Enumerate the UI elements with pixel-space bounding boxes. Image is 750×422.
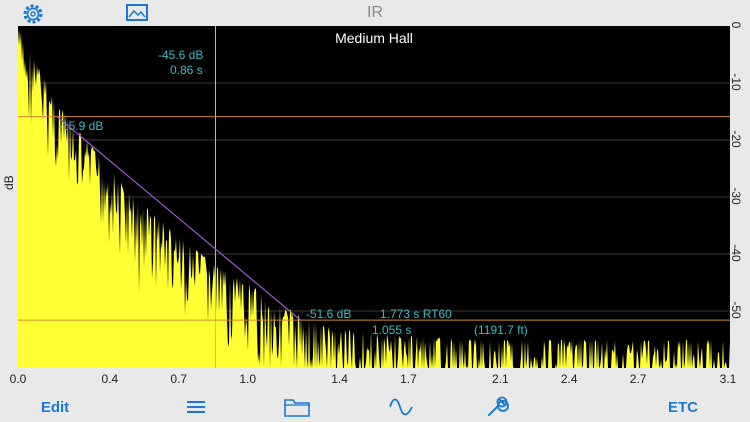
x-tick-label: 3.1 xyxy=(719,372,737,386)
impulse-response-chart xyxy=(18,26,730,368)
x-tick-label: 2.7 xyxy=(629,372,647,386)
x-axis: 0.0 0.4 0.7 1.0 1.4 1.7 2.1 2.4 2.7 3.1 xyxy=(0,370,750,388)
x-tick-label: 0.0 xyxy=(9,372,27,386)
upper-marker-label: -15.9 dB xyxy=(58,119,104,133)
wrench-icon[interactable] xyxy=(484,396,510,418)
y-axis-label: dB xyxy=(2,175,16,190)
rt60-value: 1.773 s RT60 xyxy=(380,307,452,321)
page-title: IR xyxy=(367,4,383,21)
lower-marker-label: -51.6 dB xyxy=(306,307,352,321)
cursor-time-label: 0.86 s xyxy=(170,63,203,77)
y-tick-label: -50 xyxy=(729,301,743,319)
folder-icon[interactable] xyxy=(283,396,311,418)
cursor-db-label: -45.6 dB xyxy=(158,48,204,62)
rt60-time: 1.055 s xyxy=(372,323,412,337)
chart-title: Medium Hall xyxy=(335,30,413,46)
y-tick-label: -10 xyxy=(729,73,743,91)
edit-button[interactable]: Edit xyxy=(32,396,78,418)
etc-button[interactable]: ETC xyxy=(660,396,706,418)
top-bar: IR xyxy=(0,0,750,26)
x-tick-label: 0.7 xyxy=(170,372,188,386)
list-icon[interactable] xyxy=(184,396,208,418)
x-tick-label: 1.4 xyxy=(331,372,348,386)
x-tick-label: 2.1 xyxy=(491,372,509,386)
bottom-toolbar: Edit ETC xyxy=(0,390,750,422)
x-tick-label: 0.4 xyxy=(101,372,119,386)
x-tick-label: 1.7 xyxy=(400,372,417,386)
y-tick-label: -20 xyxy=(729,130,743,148)
y-axis: 0 -10 -20 -30 -40 -50 xyxy=(729,22,750,368)
y-tick-label: 0 xyxy=(729,21,743,29)
plot-area[interactable]: Medium Hall -45.6 dB 0.86 s -15.9 dB -51… xyxy=(18,26,730,368)
y-tick-label: -40 xyxy=(729,244,743,262)
x-tick-label: 2.4 xyxy=(560,372,578,386)
x-tick-label: 1.0 xyxy=(239,372,257,386)
sine-wave-icon[interactable] xyxy=(388,396,414,418)
y-tick-label: -30 xyxy=(729,187,743,205)
rt60-distance: (1191.7 ft) xyxy=(474,323,528,337)
